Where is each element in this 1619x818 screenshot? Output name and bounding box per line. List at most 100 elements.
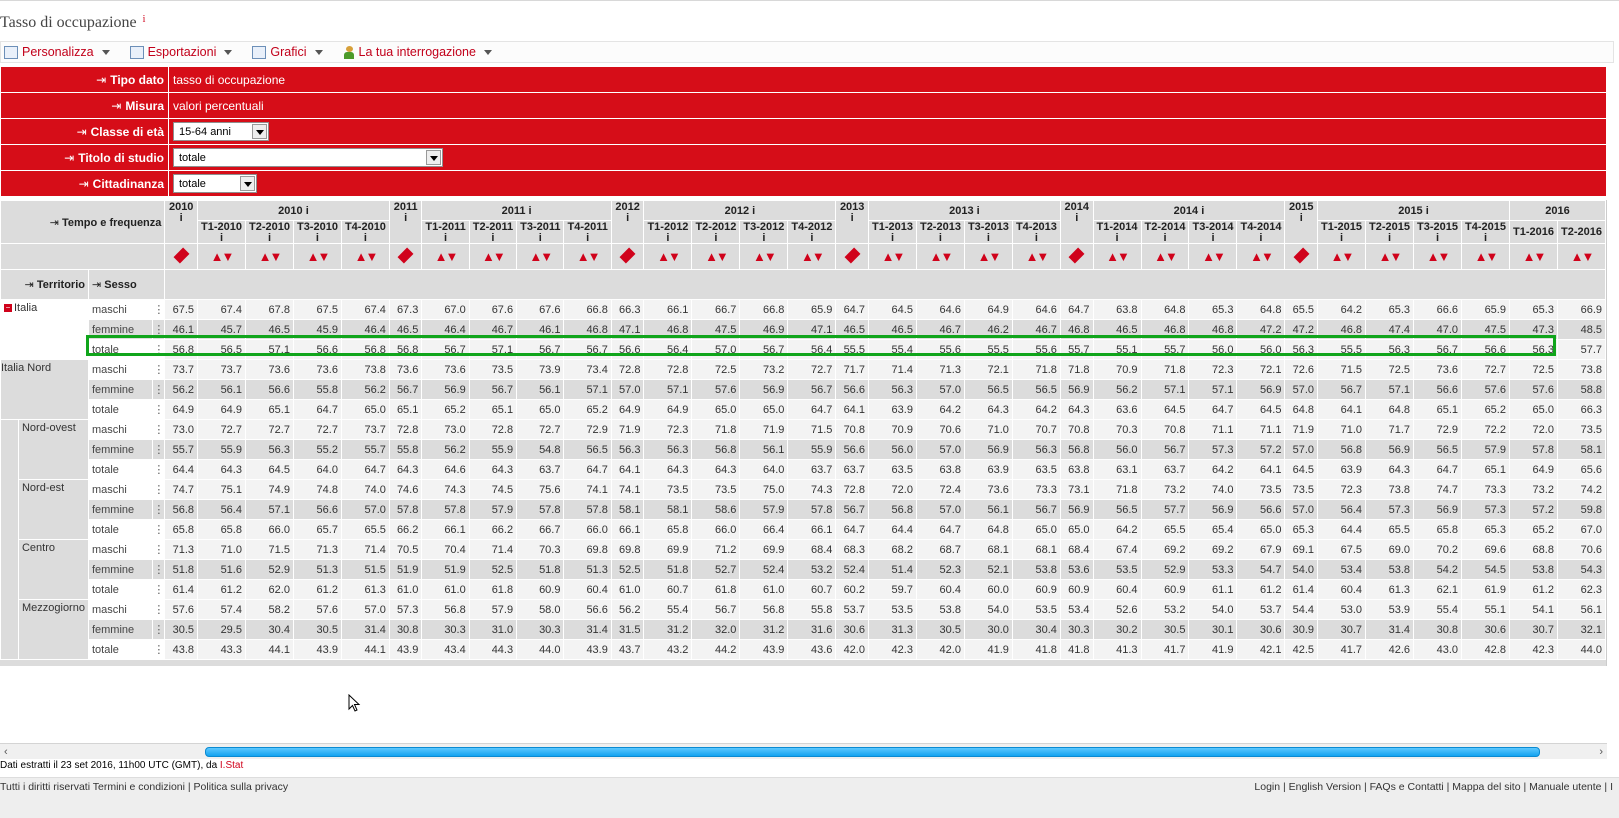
info-icon[interactable]: i: [791, 233, 832, 243]
row-menu-icon[interactable]: ⋮: [152, 599, 166, 620]
pin-icon[interactable]: ⇥: [77, 125, 87, 139]
sort-up-down-icon[interactable]: ▲▼: [801, 249, 825, 264]
caret-down-icon[interactable]: [483, 49, 492, 55]
row-menu-icon[interactable]: ⋮: [152, 459, 166, 480]
dropdown-arrow-icon[interactable]: [252, 124, 267, 139]
sort-up-down-icon[interactable]: ▲▼: [657, 249, 681, 264]
quarter-header[interactable]: T2-2011 i: [468, 220, 518, 244]
sort-diamond-icon[interactable]: [1293, 247, 1310, 263]
sort-up-down-icon[interactable]: ▲▼: [307, 249, 331, 264]
info-icon[interactable]: i: [297, 233, 338, 243]
year-annual-header[interactable]: 2013 i: [835, 200, 869, 244]
info-icon[interactable]: i: [201, 233, 242, 243]
info-icon[interactable]: i: [1240, 233, 1281, 243]
quarter-header[interactable]: T2-2010 i: [244, 220, 294, 244]
quarter-header[interactable]: T4-2013 i: [1011, 220, 1061, 244]
sort-up-down-icon[interactable]: ▲▼: [259, 249, 283, 264]
quarter-header[interactable]: T1-2012 i: [643, 220, 693, 244]
sort-up-down-icon[interactable]: ▲▼: [705, 249, 729, 264]
row-menu-icon[interactable]: ⋮: [152, 299, 166, 320]
info-icon[interactable]: i: [425, 233, 465, 243]
sort-diamond-icon[interactable]: [844, 247, 861, 263]
info-icon[interactable]: i: [839, 213, 865, 224]
dropdown-arrow-icon[interactable]: [426, 150, 441, 165]
table-row[interactable]: totale ⋮ 65.8 65.8 66.0 65.7 65.5 66.2 66.1 66.2 6…: [1, 519, 1606, 540]
row-menu-icon[interactable]: ⋮: [152, 399, 166, 420]
sort-diamond-icon[interactable]: [397, 247, 414, 263]
sort-up-down-icon[interactable]: ▲▼: [355, 249, 379, 264]
dropdown-arrow-icon[interactable]: [240, 176, 255, 191]
info-icon[interactable]: i: [872, 233, 913, 243]
year-annual-header[interactable]: 2014 i: [1059, 200, 1094, 244]
pin-icon[interactable]: ⇥: [50, 217, 62, 229]
quarter-header[interactable]: T3-2012 i: [739, 220, 789, 244]
sort-up-down-icon[interactable]: ▲▼: [1250, 249, 1274, 264]
table-row[interactable]: femmine ⋮ 30.5 29.5 30.4 30.5 31.4 30.8 30.3 31.0…: [1, 619, 1606, 640]
quarter-header[interactable]: T1-2010 i: [197, 220, 246, 244]
table-row[interactable]: totale ⋮ 43.8 43.3 44.1 43.9 44.1 43.9 43.4 44.3 4…: [1, 639, 1606, 660]
quarter-header[interactable]: T4-2010 i: [340, 220, 390, 244]
info-icon[interactable]: i: [525, 205, 532, 217]
sort-up-down-icon[interactable]: ▲▼: [882, 249, 906, 264]
table-row[interactable]: femmine ⋮ 51.8 51.6 52.9 51.3 51.5 51.9 51.9 52.5…: [1, 559, 1606, 580]
caret-down-icon[interactable]: [314, 49, 323, 55]
info-icon[interactable]: i: [1417, 233, 1458, 243]
table-row[interactable]: Italia Nord maschi ⋮ 73.7 73.7 73.6 73.6 73.8 73…: [0, 359, 1606, 420]
info-icon[interactable]: i: [143, 14, 146, 25]
info-icon[interactable]: i: [749, 205, 755, 217]
sort-up-down-icon[interactable]: ▲▼: [1475, 249, 1499, 264]
pin-icon[interactable]: ⇥: [25, 279, 37, 291]
year-annual-header[interactable]: 2010 i: [164, 200, 198, 244]
sort-up-down-icon[interactable]: ▲▼: [1523, 249, 1547, 264]
row-menu-icon[interactable]: ⋮: [152, 319, 166, 340]
info-icon[interactable]: i: [1369, 233, 1410, 243]
sort-up-down-icon[interactable]: ▲▼: [1331, 249, 1355, 264]
info-icon[interactable]: i: [968, 233, 1009, 243]
footer-left-links[interactable]: Tutti i diritti riservati Termini e cond…: [0, 781, 288, 793]
info-icon[interactable]: i: [520, 233, 560, 243]
sesso-header[interactable]: ⇥ Sesso: [87, 269, 166, 300]
info-icon[interactable]: i: [303, 205, 309, 217]
table-row[interactable]: totale ⋮ 64.4 64.3 64.5 64.0 64.7 64.3 64.6 64.3 6…: [1, 459, 1606, 480]
istat-link[interactable]: I.Stat: [220, 760, 243, 771]
sort-up-down-icon[interactable]: ▲▼: [577, 249, 601, 264]
toolbar-esportazioni-button[interactable]: Esportazioni: [129, 45, 233, 59]
caret-down-icon[interactable]: [224, 49, 233, 55]
sort-diamond-icon[interactable]: [619, 247, 636, 263]
info-icon[interactable]: i: [920, 233, 961, 243]
caret-down-icon[interactable]: [101, 49, 110, 55]
scroll-left-icon[interactable]: ‹: [4, 746, 8, 758]
table-row[interactable]: Nord-est maschi ⋮ 74.7 75.1 74.9 74.8 74.0 74.6 7…: [1, 479, 1606, 540]
sort-up-down-icon[interactable]: ▲▼: [930, 249, 954, 264]
quarter-header[interactable]: T1-2011 i: [421, 220, 470, 244]
sort-up-down-icon[interactable]: ▲▼: [435, 249, 459, 264]
quarter-header[interactable]: T2-2013 i: [915, 220, 965, 244]
quarter-header[interactable]: T2-2016: [1556, 220, 1606, 244]
quarter-header[interactable]: T2-2014 i: [1140, 220, 1190, 244]
table-row[interactable]: Nord-ovest maschi ⋮ 73.0 72.7 72.7 72.7 73.7 72.…: [0, 419, 1606, 660]
table-row[interactable]: totale ⋮ 56.8 56.5 57.1 56.6 56.8 56.8 56.7 57.1 5…: [1, 339, 1606, 360]
quarter-header[interactable]: T4-2014 i: [1236, 220, 1286, 244]
info-icon[interactable]: i: [1064, 213, 1090, 224]
footer-right-links[interactable]: Login | English Version | FAQs e Contatt…: [1254, 781, 1613, 793]
quarter-header[interactable]: T3-2013 i: [963, 220, 1013, 244]
info-icon[interactable]: i: [974, 205, 980, 217]
sort-up-down-icon[interactable]: ▲▼: [1026, 249, 1050, 264]
info-icon[interactable]: i: [743, 233, 784, 243]
toolbar-personalizza-button[interactable]: Personalizza: [4, 45, 110, 59]
table-row[interactable]: totale ⋮ 61.4 61.2 62.0 61.2 61.3 61.0 61.0 61.8 6…: [1, 579, 1606, 600]
row-menu-icon[interactable]: ⋮: [152, 539, 166, 560]
info-icon[interactable]: i: [1288, 213, 1314, 224]
row-menu-icon[interactable]: ⋮: [152, 619, 166, 640]
sort-up-down-icon[interactable]: ▲▼: [1154, 249, 1178, 264]
quarter-header[interactable]: T3-2011 i: [516, 220, 565, 244]
quarter-header[interactable]: T2-2015 i: [1365, 220, 1415, 244]
quarter-header[interactable]: T1-2016: [1508, 220, 1558, 244]
row-menu-icon[interactable]: ⋮: [152, 379, 166, 400]
table-row[interactable]: femmine ⋮ 46.1 45.7 46.5 45.9 46.4 46.5 46.4 46.7…: [1, 319, 1606, 340]
dimension-select[interactable]: 15-64 anni: [173, 122, 269, 141]
info-icon[interactable]: i: [1097, 233, 1138, 243]
row-menu-icon[interactable]: ⋮: [152, 639, 166, 660]
info-icon[interactable]: i: [1465, 233, 1506, 243]
pin-icon[interactable]: ⇥: [79, 177, 89, 191]
